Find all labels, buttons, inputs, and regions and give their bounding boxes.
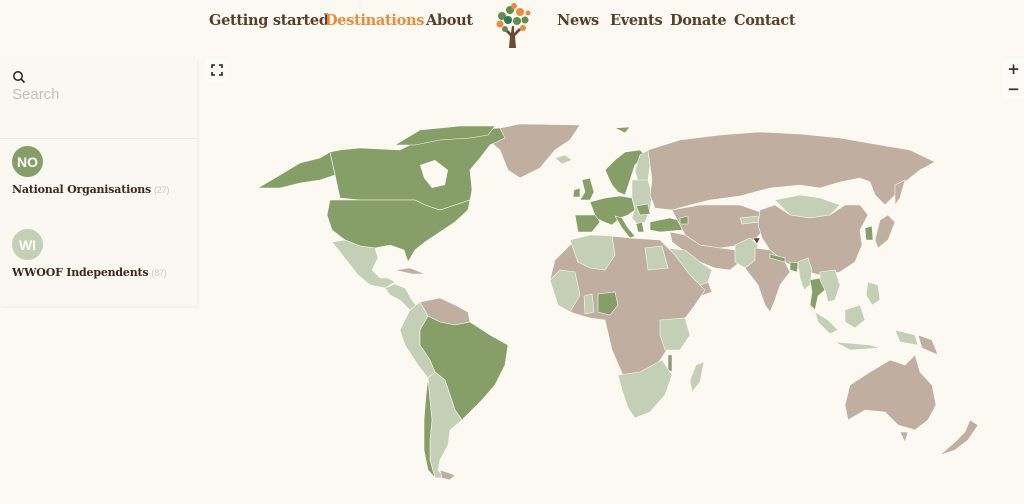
- country-ghana[interactable]: [583, 293, 595, 315]
- logo[interactable]: [490, 2, 534, 48]
- zoom-in-button[interactable]: +: [1003, 59, 1024, 79]
- country-new-zealand[interactable]: [939, 419, 979, 456]
- legend-label: National Organisations (27): [12, 183, 170, 196]
- country-australia[interactable]: [844, 354, 937, 431]
- zoom-controls: + −: [1003, 59, 1024, 99]
- tree-logo-icon: [496, 3, 531, 48]
- country-iceland[interactable]: [554, 154, 573, 165]
- country-south-korea[interactable]: [864, 225, 874, 241]
- country-new-guinea-west[interactable]: [894, 329, 919, 346]
- country-usa-alaska[interactable]: [256, 151, 336, 189]
- region-indochina[interactable]: [819, 269, 841, 303]
- nav-events[interactable]: Events: [610, 12, 663, 29]
- search-icon[interactable]: [12, 70, 26, 84]
- search-input[interactable]: [12, 86, 182, 103]
- country-greece[interactable]: [635, 221, 645, 233]
- nav-getting-started[interactable]: Getting started: [209, 12, 329, 29]
- zoom-out-button[interactable]: −: [1003, 79, 1024, 99]
- country-uk[interactable]: [579, 177, 595, 201]
- region-central-america[interactable]: [384, 283, 419, 311]
- divider: [0, 138, 197, 139]
- fullscreen-icon: [211, 64, 223, 76]
- nav-contact[interactable]: Contact: [734, 12, 796, 29]
- fullscreen-button[interactable]: [206, 59, 228, 81]
- region-tierra-del-fuego[interactable]: [439, 469, 456, 481]
- country-bangladesh[interactable]: [789, 261, 799, 273]
- region-svalbard[interactable]: [613, 126, 631, 134]
- country-japan[interactable]: [874, 214, 896, 249]
- country-papua-new-guinea[interactable]: [917, 334, 939, 356]
- badge-wi: WI: [12, 229, 43, 260]
- legend-national-organisations[interactable]: NO National Organisations (27): [12, 146, 169, 196]
- filter-panel: NO National Organisations(27) WI WWOOF I…: [0, 58, 197, 306]
- badge-no: NO: [12, 146, 43, 177]
- country-borneo[interactable]: [844, 304, 866, 329]
- country-mexico[interactable]: [331, 239, 396, 289]
- country-sulawesi-java[interactable]: [834, 341, 881, 351]
- region-eastern-europe[interactable]: [631, 179, 653, 226]
- country-cuba[interactable]: [394, 267, 426, 275]
- country-spain-portugal[interactable]: [574, 214, 601, 233]
- legend-label: WWOOF Independents (87): [12, 266, 167, 279]
- country-italy[interactable]: [614, 215, 636, 239]
- country-madagascar[interactable]: [689, 361, 705, 393]
- country-ireland[interactable]: [572, 187, 581, 198]
- legend-count: (87): [151, 268, 167, 278]
- region-east-africa[interactable]: [659, 317, 691, 351]
- country-philippines[interactable]: [865, 281, 881, 306]
- legend-count: (27): [154, 185, 170, 195]
- nav-donate[interactable]: Donate: [670, 12, 727, 29]
- legend-wwoof-independents[interactable]: WI WWOOF Independents (87): [12, 229, 167, 279]
- region-tasmania[interactable]: [899, 431, 909, 443]
- region-indonesia[interactable]: [814, 311, 839, 335]
- nav-destinations[interactable]: Destinations: [325, 12, 424, 29]
- nav-about[interactable]: About: [426, 12, 473, 29]
- country-myanmar[interactable]: [797, 257, 813, 291]
- top-navigation: Getting started Destinations About News …: [0, 0, 1024, 48]
- nav-news[interactable]: News: [557, 12, 599, 29]
